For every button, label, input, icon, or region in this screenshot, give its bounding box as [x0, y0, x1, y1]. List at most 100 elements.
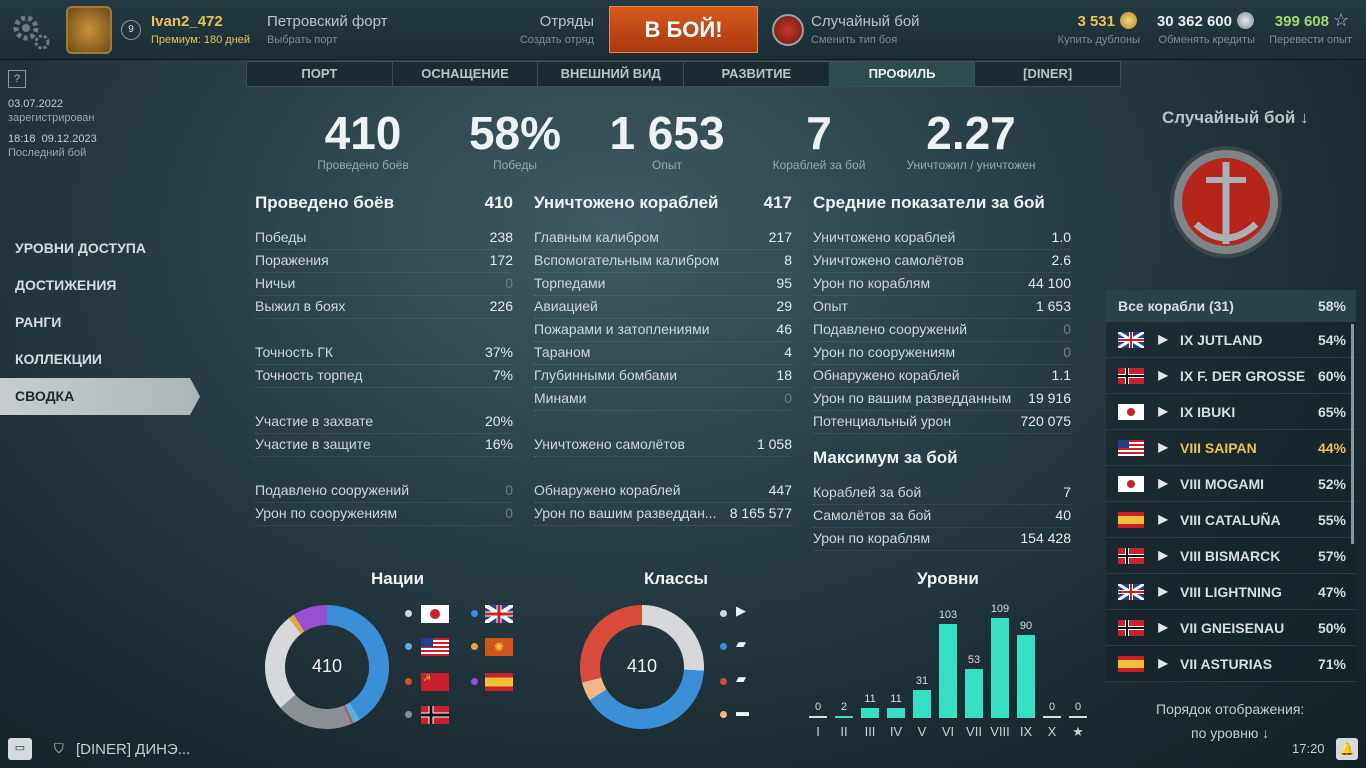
stat-row: Точность торпед 7% [255, 365, 513, 388]
stat-label: Проведено боёв [317, 158, 409, 172]
tab-appearance[interactable]: ВНЕШНИЙ ВИД [538, 62, 685, 86]
battle-mode[interactable]: Случайный бой [811, 13, 920, 30]
stat-row-label: Главным калибром [534, 229, 659, 245]
sidebar-item-achievements[interactable]: ДОСТИЖЕНИЯ [0, 267, 200, 304]
stat-row-label: Вспомогательным калибром [534, 252, 720, 268]
donut-slice-uk [265, 618, 302, 708]
ship-row[interactable]: ▶ IX F. DER GROSSE 60% [1106, 358, 1356, 394]
sort-selector[interactable]: по уровню ↓ [1191, 725, 1269, 741]
stat-row-value: 217 [768, 229, 792, 245]
stat-row-value: 238 [489, 229, 513, 245]
ship-winrate: 47% [1317, 583, 1346, 600]
tab-clan[interactable]: [DINER] [975, 62, 1120, 86]
tab-profile[interactable]: ПРОФИЛЬ [829, 62, 976, 86]
battle-mode-change[interactable]: Сменить тип боя [811, 34, 897, 46]
stat-row: Урон по сооружениям 0 [255, 503, 513, 526]
stat-wins: 58% Победы [455, 108, 575, 172]
stat-label: Опыт [652, 158, 682, 172]
destroyer-class-icon: ▶ [736, 603, 746, 618]
username[interactable]: Ivan2_472 [151, 13, 223, 30]
stat-row: Вспомогательным калибром 8 [534, 250, 792, 273]
stat-row: Уничтожено кораблей 1.0 [813, 227, 1071, 250]
credits-icon [1237, 12, 1254, 29]
xp-star-icon: ☆ [1333, 10, 1350, 30]
uk-flag-icon [1117, 582, 1145, 601]
sidebar-item-summary[interactable]: СВОДКА [0, 378, 200, 415]
clan-chat-label[interactable]: [DINER] ДИНЭ... [76, 741, 190, 758]
squads-label[interactable]: Отряды [520, 13, 594, 30]
sidebar-item-ranks[interactable]: РАНГИ [0, 304, 200, 341]
nations-legend: ✺ ☭ [405, 603, 525, 724]
tier-bar [965, 669, 983, 718]
main-tabs: ПОРТ ОСНАЩЕНИЕ ВНЕШНИЙ ВИД РАЗВИТИЕ ПРОФ… [246, 61, 1121, 87]
tab-equipment[interactable]: ОСНАЩЕНИЕ [393, 62, 539, 86]
mode-selector[interactable]: Случайный бой ↓ [1162, 108, 1309, 128]
port-select[interactable]: Выбрать порт [267, 34, 337, 46]
ship-row[interactable]: ▶ IX IBUKI 65% [1106, 394, 1356, 430]
squads-create[interactable]: Создать отряд [500, 34, 594, 46]
ship-class-icon: ▶ [1158, 439, 1168, 454]
jp-flag-icon [1118, 403, 1144, 420]
buy-doubloons[interactable]: Купить дублоны [1050, 34, 1140, 46]
ship-row[interactable]: ▶ VIII BISMARCK 57% [1106, 538, 1356, 574]
ship-row[interactable]: ▶ VIII SAIPAN 44% [1106, 430, 1356, 466]
tier-axis-label: IV [889, 724, 903, 739]
ship-row[interactable]: ▶ VIII CATALUÑA 55% [1106, 502, 1356, 538]
ship-row[interactable]: ▶ IX JUTLAND 54% [1106, 322, 1356, 358]
tab-development[interactable]: РАЗВИТИЕ [684, 62, 830, 86]
stat-row-label: Пожарами и затоплениями [534, 321, 710, 337]
classes-total: 410 [626, 656, 658, 676]
stat-row-label: Кораблей за бой [813, 484, 922, 500]
ship-name: VII GNEISENAU [1180, 619, 1285, 636]
stat-row-label: Обнаружено кораблей [534, 482, 681, 498]
stat-row-label: Торпедами [534, 275, 606, 291]
battle-mode-icon[interactable] [772, 14, 804, 46]
stat-label: Кораблей за бой [772, 158, 866, 172]
clan-emblem-icon[interactable] [66, 6, 112, 54]
legend-dot [405, 610, 412, 617]
port-name[interactable]: Петровский форт [267, 13, 388, 30]
max-rows: Кораблей за бой 7 Самолётов за бой 40 Урон п… [813, 482, 1071, 551]
stat-row: Урон по вашим разведданным 19 916 [813, 388, 1071, 411]
sidebar-item-access-levels[interactable]: УРОВНИ ДОСТУПА [0, 230, 200, 267]
donut-slice-de [280, 694, 352, 729]
exchange-credits[interactable]: Обменять кредиты [1152, 34, 1255, 46]
stat-row: Победы 238 [255, 227, 513, 250]
stat-row: Выжил в боях 226 [255, 296, 513, 319]
ship-row[interactable]: ▶ VIII MOGAMI 52% [1106, 466, 1356, 502]
ship-row[interactable]: ▶ VIII LIGHTNING 47% [1106, 574, 1356, 610]
ship-winrate: 65% [1317, 403, 1346, 420]
germany-flag-icon [421, 706, 449, 724]
tier-axis-label: VIII [990, 724, 1010, 739]
tier-axis-label: I [816, 724, 820, 739]
tier-bar [913, 690, 931, 718]
all-ships-row[interactable]: Все корабли (31) 58% [1106, 290, 1356, 322]
donut-slice-cruiser [589, 669, 704, 729]
tier-bar [939, 624, 957, 718]
ship-name: VIII SAIPAN [1180, 439, 1257, 456]
doubloon-icon [1120, 12, 1137, 29]
convert-xp[interactable]: Перевести опыт [1262, 34, 1352, 46]
battle-button[interactable]: В БОЙ! [609, 6, 758, 53]
settings-gear-icon[interactable] [8, 8, 52, 52]
legend-dot [720, 711, 727, 718]
ship-row[interactable]: ▶ VII ASTURIAS 71% [1106, 646, 1356, 682]
sidebar-item-collections[interactable]: КОЛЛЕКЦИИ [0, 341, 200, 378]
row-spacer [534, 411, 792, 434]
chat-icon[interactable]: ▭ [8, 738, 32, 760]
tab-port[interactable]: ПОРТ [247, 62, 393, 86]
ship-row[interactable]: ▶ VII GNEISENAU 50% [1106, 610, 1356, 646]
help-icon[interactable]: ? [8, 70, 26, 88]
ship-class-icon: ▶ [1158, 619, 1168, 634]
ship-list: Все корабли (31) 58% ▶ IX JUTLAND 54% ▶ IX F… [1106, 290, 1356, 682]
stat-row: Участие в захвате 20% [255, 411, 513, 434]
notifications-bell-icon[interactable]: 🔔 [1336, 738, 1358, 760]
ship-list-scrollbar[interactable] [1351, 324, 1354, 544]
stat-row-value: 8 165 577 [729, 505, 792, 521]
max-header: Максимум за бой [813, 448, 958, 467]
tier-bar [809, 716, 827, 718]
stat-row: Поражения 172 [255, 250, 513, 273]
stat-row-label: Урон по сооружениям [813, 344, 956, 360]
premium-status[interactable]: Премиум: 180 дней [151, 34, 250, 46]
stat-label: Победы [492, 158, 538, 172]
